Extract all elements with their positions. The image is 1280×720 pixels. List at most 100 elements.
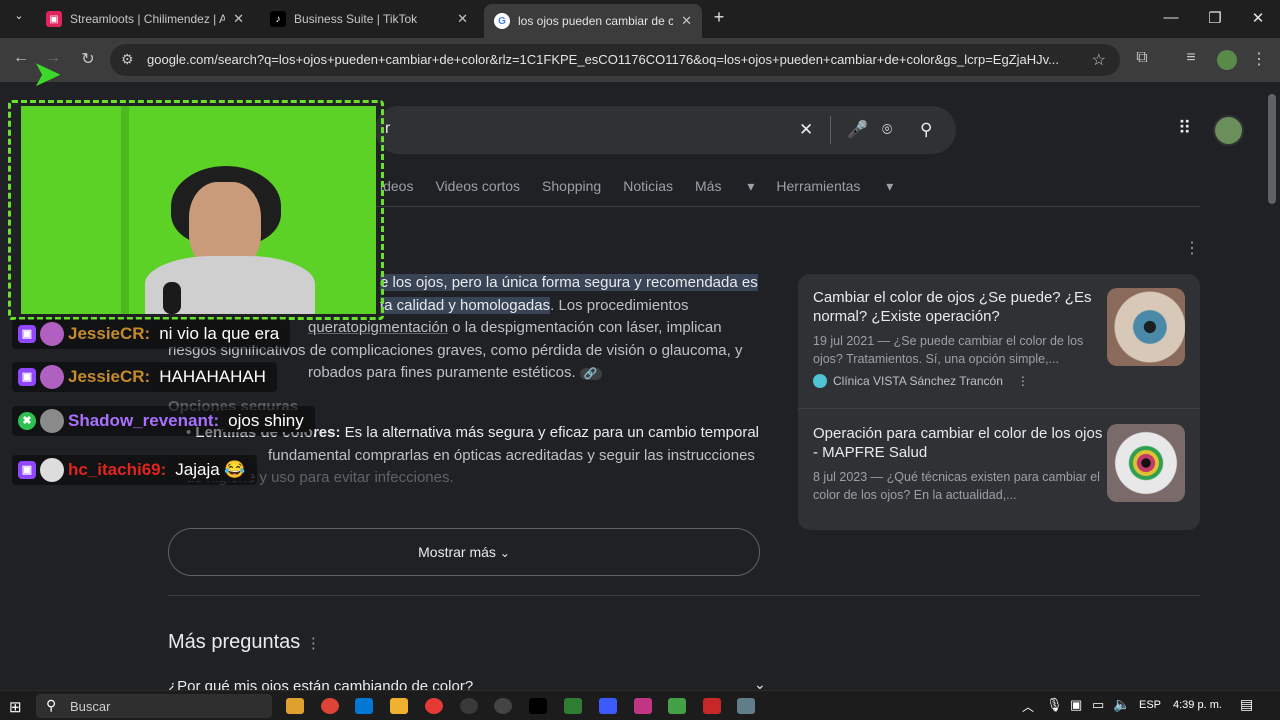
answer-highlight: ta calidad y homologadas (380, 296, 551, 314)
source-result[interactable]: Operación para cambiar el color de los o… (813, 424, 1103, 504)
more-options-icon[interactable]: ⋮ (1184, 238, 1200, 258)
new-tab-button[interactable]: + (704, 7, 734, 28)
search-input[interactable]: r ✕ 🎤 ⌾ ⚲ (375, 106, 956, 154)
taskbar-search[interactable]: ⚲ Buscar (36, 694, 272, 718)
eye-thumbnail[interactable] (1107, 288, 1185, 366)
tab-videos[interactable]: ideos (380, 178, 413, 195)
chevron-down-icon: ⌄ (499, 546, 510, 560)
chat-text: Jajaja 😂 (170, 459, 251, 481)
tab-search-icon[interactable]: ⌄ (4, 9, 34, 22)
divider (830, 116, 831, 144)
avatar (40, 322, 64, 346)
app-icon[interactable] (599, 698, 617, 714)
close-tab-icon[interactable]: ✕ (681, 13, 692, 29)
tiktok-icon: ♪ (270, 11, 286, 27)
source-site: Clínica VISTA Sánchez Trancón (833, 374, 1003, 388)
profile-avatar[interactable] (1217, 50, 1237, 70)
browser-toolbar: ← → ↻ ⚙ google.com/search?q=los+ojos+pue… (0, 38, 1280, 82)
close-window-icon[interactable]: ✕ (1243, 9, 1273, 27)
answer-link[interactable]: queratopigmentación (308, 319, 448, 336)
source-title[interactable]: Operación para cambiar el color de los o… (813, 424, 1103, 462)
kick-icon: ✖ (18, 412, 36, 430)
twitch-icon: ▣ (18, 461, 36, 479)
show-more-button[interactable]: Mostrar más ⌄ (168, 528, 760, 576)
tab-google-search[interactable]: G los ojos pueden cambiar de col ✕ (484, 4, 702, 38)
obs-icon[interactable] (460, 698, 478, 714)
windows-taskbar: ⊞ ⚲ Buscar ︿ 🎙 ▣ ▭ 🔈 ESP 4:39 p. m. ▤ (0, 690, 1280, 720)
tab-title: Streamloots | Chilimendez | Ap (70, 12, 226, 26)
back-icon[interactable]: ← (10, 49, 32, 67)
microphone-icon[interactable]: 🎤 (847, 120, 868, 140)
app-icon[interactable] (494, 698, 512, 714)
search-query-text[interactable]: r (385, 120, 390, 138)
site-info-icon[interactable]: ⚙ (121, 51, 134, 68)
tab-videos-cortos[interactable]: Videos cortos (435, 178, 520, 195)
tab-herramientas[interactable]: Herramientas ▾ (776, 178, 893, 195)
extensions-icon[interactable]: ⧉ (1131, 49, 1153, 67)
menu-icon[interactable]: ⋮ (1248, 49, 1270, 69)
tiktok-icon[interactable] (529, 698, 547, 714)
clear-search-icon[interactable]: ✕ (799, 120, 813, 140)
app-icon[interactable] (564, 698, 582, 714)
network-icon[interactable]: ▭ (1092, 697, 1104, 713)
chat-message: ▣ hc_itachi69: Jajaja 😂 (12, 455, 257, 485)
close-tab-icon[interactable]: ✕ (233, 11, 244, 27)
search-icon[interactable]: ⚲ (920, 120, 932, 140)
app-icon[interactable] (355, 698, 373, 714)
app-icon[interactable] (737, 698, 755, 714)
tray-chevron-icon[interactable]: ︿ (1022, 698, 1034, 715)
tray-icon[interactable]: ▣ (1070, 697, 1082, 713)
bullet-text: fundamental comprarlas en ópticas acredi… (268, 446, 755, 464)
taskbar-search-label: Buscar (70, 699, 111, 714)
more-questions-label: Más preguntas (168, 631, 301, 653)
tab-mas[interactable]: Más ▾ (695, 178, 754, 195)
minimize-icon[interactable]: — (1156, 9, 1186, 26)
source-title[interactable]: Cambiar el color de ojos ¿Se puede? ¿Es … (813, 288, 1103, 326)
more-options-icon[interactable]: ⋮ (306, 635, 321, 652)
url-text[interactable]: google.com/search?q=los+ojos+pueden+camb… (147, 52, 1072, 67)
scrollbar[interactable] (1268, 94, 1276, 204)
maximize-icon[interactable]: ❐ (1200, 9, 1230, 27)
answer-line: robados para fines puramente estéticos. (308, 364, 576, 381)
answer-line: e los ojos, pero la única forma segura y… (380, 274, 758, 291)
close-tab-icon[interactable]: ✕ (457, 11, 468, 27)
notifications-icon[interactable]: ▤ (1240, 696, 1253, 713)
instagram-icon[interactable] (634, 698, 652, 714)
windows-start-icon[interactable]: ⊞ (9, 698, 22, 716)
app-icon[interactable] (390, 698, 408, 714)
address-bar[interactable]: ⚙ google.com/search?q=los+ojos+pueden+ca… (110, 44, 1120, 76)
tab-herramientas-label: Herramientas (776, 178, 861, 194)
tab-shopping[interactable]: Shopping (542, 178, 601, 195)
apps-grid-icon[interactable]: ⠿ (1178, 118, 1191, 139)
chat-text: ojos shiny (223, 410, 309, 432)
answer-line: . Los procedimientos (550, 296, 689, 314)
tab-noticias[interactable]: Noticias (623, 178, 673, 195)
source-snippet: 8 jul 2023 — ¿Qué técnicas existen para … (813, 470, 1100, 502)
file-explorer-icon[interactable] (286, 698, 304, 714)
chat-text: ni vio la que era (154, 323, 285, 345)
account-avatar[interactable] (1213, 115, 1244, 146)
twitch-icon: ▣ (18, 325, 36, 343)
microphone-icon[interactable]: 🎙 (1046, 697, 1063, 713)
microphone (163, 282, 181, 314)
clock[interactable]: 4:39 p. m. (1173, 699, 1222, 711)
tab-streamloots[interactable]: ▣ Streamloots | Chilimendez | Ap ✕ (36, 4, 254, 34)
app-icon[interactable] (425, 698, 443, 714)
lens-icon[interactable]: ⌾ (882, 120, 892, 140)
chrome-icon[interactable] (321, 698, 339, 714)
media-control-icon[interactable]: ≡ (1180, 49, 1202, 67)
source-result[interactable]: Cambiar el color de ojos ¿Se puede? ¿Es … (813, 288, 1103, 388)
app-icon[interactable] (668, 698, 686, 714)
link-chip-icon[interactable]: 🔗 (579, 368, 602, 380)
source-snippet: 19 jul 2021 — ¿Se puede cambiar el color… (813, 334, 1084, 366)
more-options-icon[interactable]: ⋮ (1017, 374, 1029, 388)
colorful-eye-thumbnail[interactable] (1107, 424, 1185, 502)
app-icon[interactable] (703, 698, 721, 714)
bookmark-star-icon[interactable]: ☆ (1092, 50, 1106, 70)
tab-tiktok[interactable]: ♪ Business Suite | TikTok ✕ (260, 4, 478, 34)
avatar (40, 365, 64, 389)
reload-icon[interactable]: ↻ (77, 49, 99, 69)
tab-bar: ⌄ ▣ Streamloots | Chilimendez | Ap ✕ ♪ B… (0, 0, 1280, 38)
volume-icon[interactable]: 🔈 (1113, 696, 1130, 713)
language-indicator[interactable]: ESP (1139, 699, 1161, 711)
